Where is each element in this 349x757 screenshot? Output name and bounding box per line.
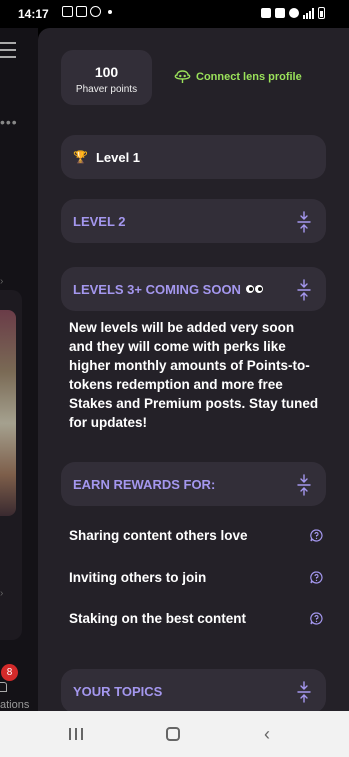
points-card: 100 Phaver points xyxy=(61,50,152,105)
connect-lens-button[interactable]: Connect lens profile xyxy=(174,70,302,84)
status-bar: 14:17 xyxy=(0,0,349,28)
hotspot-icon xyxy=(289,8,299,18)
underlay-marker: › xyxy=(0,588,4,599)
alarm-icon xyxy=(261,8,271,18)
notification-badge: 8 xyxy=(1,664,18,681)
eyes-emoji-icon xyxy=(245,285,263,293)
help-icon[interactable] xyxy=(310,528,323,542)
mute-icon xyxy=(275,8,285,18)
level-1-section[interactable]: 🏆 Level 1 xyxy=(61,135,326,179)
notifications-tab-label[interactable]: ations xyxy=(0,699,29,711)
collapse-icon[interactable] xyxy=(297,681,311,703)
levels-3-title: LEVELS 3+ COMING SOON xyxy=(73,281,241,297)
rewards-drawer: 100 Phaver points Connect lens profile 🏆… xyxy=(38,28,349,711)
levels-3-description: New levels will be added very soon and t… xyxy=(69,320,319,430)
earn-rewards-section[interactable]: EARN REWARDS FOR: xyxy=(61,462,326,506)
trophy-icon: 🏆 xyxy=(73,150,88,164)
app-notification-icon xyxy=(76,6,87,17)
back-icon[interactable]: ‹ xyxy=(264,725,270,743)
help-icon[interactable] xyxy=(310,611,323,625)
gallery-icon xyxy=(62,6,73,17)
level-1-title: Level 1 xyxy=(95,149,141,165)
more-options-icon[interactable]: ••• xyxy=(0,114,18,130)
status-notification-icons xyxy=(62,6,112,17)
underlying-app-edge: ••• › › 8 ations xyxy=(0,28,38,711)
lens-icon xyxy=(174,70,191,84)
status-system-icons xyxy=(261,7,325,19)
help-icon[interactable] xyxy=(310,570,323,584)
underlay-post-image xyxy=(0,310,16,516)
points-value: 100 xyxy=(94,64,119,80)
menu-icon[interactable] xyxy=(0,42,16,63)
reward-item: Sharing content others love xyxy=(69,525,323,545)
reward-item-label: Staking on the best content xyxy=(69,610,247,626)
reward-item: Staking on the best content xyxy=(69,608,323,628)
points-label: Phaver points xyxy=(75,84,138,95)
earn-rewards-title: EARN REWARDS FOR: xyxy=(73,476,216,492)
home-icon[interactable] xyxy=(166,727,180,741)
recent-apps-icon[interactable] xyxy=(69,728,83,740)
reward-item-label: Sharing content others love xyxy=(69,527,248,543)
signal-icon xyxy=(303,7,314,19)
battery-icon xyxy=(318,7,325,19)
collapse-icon[interactable] xyxy=(297,279,311,301)
status-time: 14:17 xyxy=(18,7,49,21)
level-2-title: LEVEL 2 xyxy=(73,213,126,229)
your-topics-section[interactable]: YOUR TOPICS xyxy=(61,669,326,711)
reward-item-label: Inviting others to join xyxy=(69,569,207,585)
more-notifications-dot-icon xyxy=(108,10,112,14)
notifications-icon[interactable] xyxy=(0,682,7,692)
reward-item: Inviting others to join xyxy=(69,567,323,587)
your-topics-title: YOUR TOPICS xyxy=(73,683,163,699)
collapse-icon[interactable] xyxy=(297,211,311,233)
system-navigation-bar: ‹ xyxy=(0,711,349,757)
currency-icon xyxy=(90,6,101,17)
collapse-icon[interactable] xyxy=(297,474,311,496)
level-2-section[interactable]: LEVEL 2 xyxy=(61,199,326,243)
levels-3-section[interactable]: LEVELS 3+ COMING SOON xyxy=(61,267,326,311)
connect-lens-label: Connect lens profile xyxy=(196,71,302,83)
underlay-marker: › xyxy=(0,276,4,287)
